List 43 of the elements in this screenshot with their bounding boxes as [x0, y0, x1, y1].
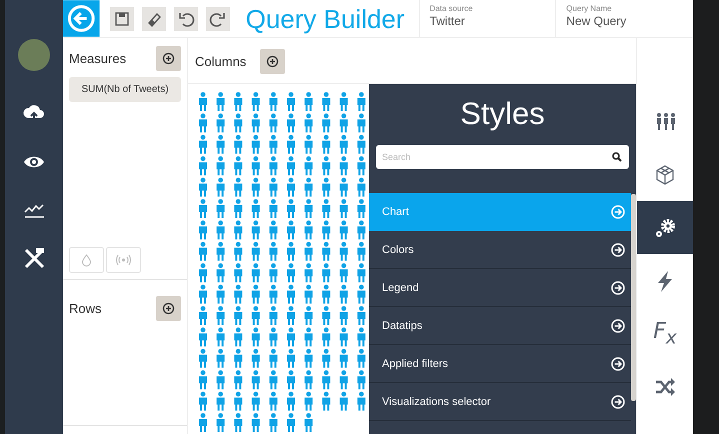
field-value: New Query: [566, 14, 628, 28]
rail-tab[interactable]: [637, 201, 693, 254]
rail-tab[interactable]: F$_{x}$: [637, 307, 693, 360]
arrow-circle-icon: [611, 356, 625, 370]
gears-icon: [654, 216, 676, 238]
people-icon: [654, 110, 676, 132]
avatar[interactable]: [18, 39, 50, 71]
redo-icon[interactable]: [206, 6, 230, 30]
arrow-circle-icon: [611, 280, 625, 294]
menu-item-label: Applied filters: [382, 358, 448, 370]
menu-item-label: Chart: [382, 206, 409, 218]
search-icon: [612, 152, 622, 162]
section-label: Measures: [69, 50, 126, 66]
undo-icon[interactable]: [174, 6, 198, 30]
arrow-circle-icon: [611, 242, 625, 256]
add-button[interactable]: [260, 48, 286, 74]
add-button[interactable]: [156, 46, 181, 70]
eraser-icon[interactable]: [142, 6, 166, 30]
style-menu-item[interactable]: Visualizations selector: [369, 383, 631, 421]
field-label: Query Name: [566, 4, 613, 13]
menu-item-label: Legend: [382, 282, 419, 294]
section-label: Rows: [69, 300, 102, 316]
arrow-circle-icon: [611, 318, 625, 332]
search-field[interactable]: Search: [376, 145, 629, 169]
menu-item-label: Visualizations selector: [382, 396, 491, 408]
cube-icon: [654, 164, 676, 186]
save-icon[interactable]: [110, 6, 134, 30]
panel-title: Styles: [459, 96, 546, 132]
field-value: Twitter: [430, 14, 466, 28]
section-label: Columns: [195, 54, 246, 68]
menu-item-label: Colors: [382, 244, 414, 256]
scrollbar[interactable]: [631, 194, 636, 401]
add-button[interactable]: [156, 296, 181, 320]
measure-pill[interactable]: SUM(Nb of Tweets): [69, 77, 181, 102]
formula-label: F$_{x}$: [653, 318, 677, 348]
tools-icon[interactable]: [23, 247, 45, 269]
shuffle-icon: [654, 376, 676, 398]
field-label: Data source: [430, 4, 474, 13]
arrow-circle-icon: [611, 394, 625, 408]
page-title: Query Builder: [244, 3, 406, 36]
menu-item-label: Datatips: [382, 320, 422, 332]
arrow-circle-icon: [611, 204, 625, 218]
back-icon[interactable]: [63, 0, 100, 37]
